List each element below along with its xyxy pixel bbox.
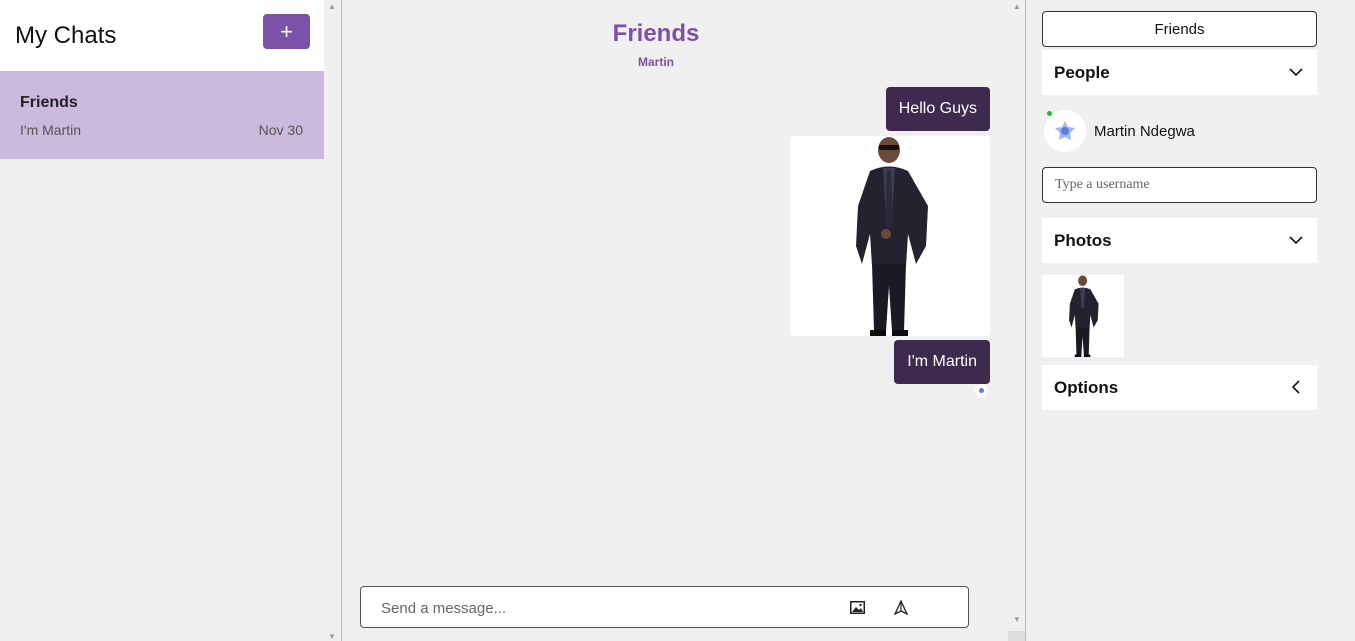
- chat-card-friends[interactable]: Friends I'm Martin Nov 30: [0, 71, 324, 159]
- message-bubble: I'm Martin: [894, 340, 990, 384]
- people-section-label: People: [1054, 62, 1110, 82]
- message-bubble: Hello Guys: [885, 87, 990, 131]
- chat-list-title: My Chats: [15, 22, 117, 49]
- scroll-up-arrow-icon[interactable]: ▲: [328, 2, 336, 11]
- plus-icon: +: [280, 18, 293, 44]
- person-row[interactable]: Martin Ndegwa: [1042, 108, 1317, 154]
- person-photo-icon: [1042, 275, 1124, 357]
- photos-section-toggle[interactable]: Photos: [1042, 218, 1317, 263]
- scroll-up-arrow-icon[interactable]: ▲: [1013, 2, 1021, 11]
- chevron-left-icon: [1291, 380, 1300, 394]
- chat-list-sidebar: My Chats + Friends I'm Martin Nov 30 ▲ ▼: [0, 0, 336, 641]
- send-button[interactable]: [891, 597, 911, 617]
- chat-card-date: Nov 30: [258, 122, 303, 138]
- chevron-down-icon: [1289, 68, 1303, 77]
- options-section-toggle[interactable]: Options: [1042, 365, 1317, 410]
- chat-feed: Friends Martin Hello Guys I'm Martin Sen…: [342, 0, 1025, 641]
- person-name: Martin Ndegwa: [1094, 123, 1195, 140]
- online-indicator: [1047, 111, 1052, 116]
- people-section-toggle[interactable]: People: [1042, 50, 1317, 95]
- photo-thumbnail[interactable]: [1042, 275, 1124, 357]
- chat-title-field[interactable]: Friends: [1042, 11, 1317, 47]
- upload-image-button[interactable]: [847, 597, 867, 617]
- message-text: I'm Martin: [907, 353, 977, 370]
- message-image[interactable]: [790, 136, 990, 336]
- chat-settings-panel: Friends People Martin Ndegwa Photos: [1026, 0, 1355, 641]
- avatar-icon: [1055, 121, 1075, 140]
- chat-card-name: Friends: [20, 94, 78, 111]
- image-icon: [849, 600, 865, 614]
- read-receipt-avatar: [975, 384, 988, 397]
- chevron-down-icon: [1289, 236, 1303, 245]
- options-section-label: Options: [1054, 377, 1119, 397]
- message-text: Hello Guys: [898, 100, 977, 117]
- avatar: [1044, 110, 1086, 152]
- send-icon: [894, 599, 908, 615]
- chat-list-header: My Chats +: [0, 0, 324, 71]
- message-input[interactable]: [379, 597, 823, 619]
- scroll-down-arrow-icon[interactable]: ▼: [1013, 615, 1021, 624]
- message-form: [360, 586, 969, 628]
- username-input[interactable]: [1042, 167, 1317, 203]
- person-photo-icon: [790, 136, 990, 336]
- photos-section-label: Photos: [1054, 230, 1112, 250]
- chat-card-last-message: I'm Martin: [20, 122, 82, 138]
- new-chat-button[interactable]: +: [263, 14, 310, 49]
- scroll-down-arrow-icon[interactable]: ▼: [328, 632, 336, 641]
- chat-feed-subtitle: Martin: [638, 55, 674, 69]
- scrollbar-corner: [1008, 631, 1025, 641]
- chat-feed-title: Friends: [612, 20, 700, 47]
